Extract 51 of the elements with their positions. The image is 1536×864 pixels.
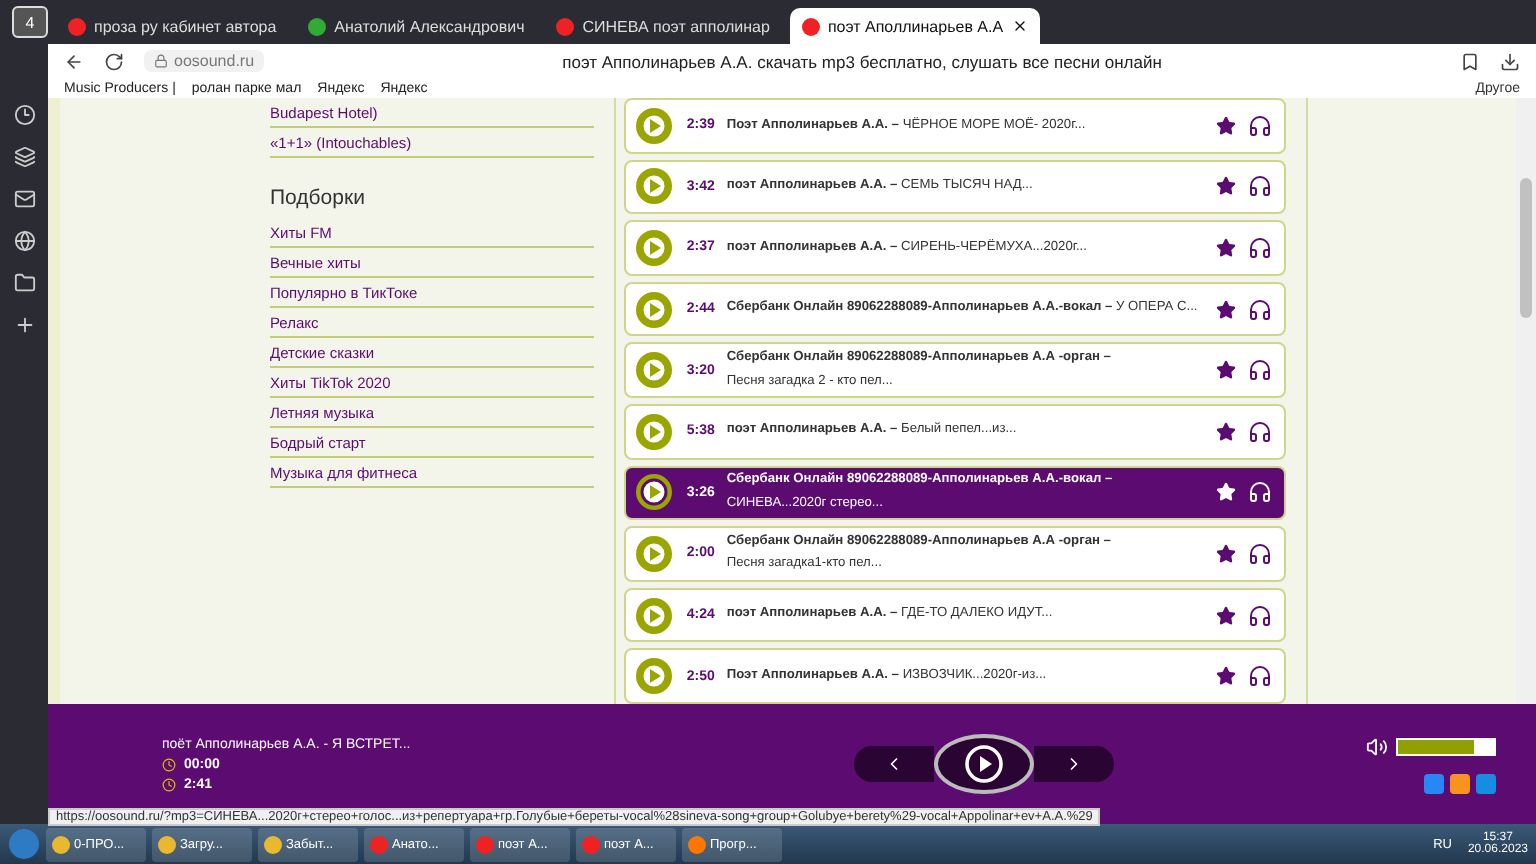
headphones-icon[interactable]	[1248, 113, 1272, 138]
play-icon	[964, 744, 1004, 784]
star-icon[interactable]	[1216, 299, 1236, 320]
start-button[interactable]	[8, 828, 40, 860]
star-icon[interactable]	[1216, 543, 1236, 564]
headphones-icon[interactable]	[1248, 419, 1272, 444]
clock-icon	[162, 757, 176, 771]
add-icon[interactable]	[13, 314, 35, 336]
star-icon[interactable]	[1216, 237, 1236, 258]
reload-icon[interactable]	[104, 51, 124, 71]
scrollbar-thumb[interactable]	[1520, 178, 1532, 318]
favicon-icon	[801, 17, 820, 35]
folder-icon[interactable]	[13, 272, 35, 294]
headphones-icon[interactable]	[1248, 541, 1272, 566]
browser-tab[interactable]: СИНЕВА поэт апполинар	[544, 8, 782, 44]
lock-icon	[154, 54, 168, 68]
headphones-icon[interactable]	[1248, 297, 1272, 322]
close-icon[interactable]	[1011, 18, 1028, 34]
download-icon[interactable]	[1500, 51, 1520, 71]
favicon-icon	[308, 17, 327, 35]
globe-icon[interactable]	[13, 230, 35, 252]
headphones-icon[interactable]	[1248, 358, 1272, 383]
headphones-icon[interactable]	[1248, 235, 1272, 260]
section-heading: Подборки	[270, 186, 367, 210]
star-icon[interactable]	[1216, 115, 1236, 136]
star-icon[interactable]	[1216, 176, 1236, 197]
layers-icon[interactable]	[13, 146, 35, 168]
star-icon[interactable]	[1216, 421, 1236, 442]
play-button[interactable]	[934, 734, 1034, 794]
volume-icon[interactable]	[1366, 735, 1388, 757]
browser-tab[interactable]: поэт Аполлинарьев А.А	[789, 8, 1040, 44]
clock-icon	[162, 777, 176, 791]
volume-slider[interactable]	[1396, 737, 1496, 755]
page-title: поэт Апполинарьев А.А. скачать mp3 бесплатно, слушать все песни онлайн	[560, 51, 1164, 71]
headphones-icon[interactable]	[1248, 603, 1272, 628]
headphones-icon[interactable]	[1248, 664, 1272, 689]
mail-icon[interactable]	[13, 188, 35, 210]
headphones-icon[interactable]	[1248, 174, 1272, 199]
star-icon[interactable]	[1216, 360, 1236, 381]
address-field[interactable]: oosound.ru	[144, 50, 265, 72]
tab-count[interactable]: 4	[12, 6, 48, 38]
browser-tab[interactable]: Анатолий Александрович	[296, 8, 537, 44]
favicon-icon	[68, 17, 86, 35]
clock-icon[interactable]	[13, 104, 35, 126]
bookmark-icon[interactable]	[1460, 51, 1480, 71]
favicon-icon	[556, 17, 575, 35]
star-icon[interactable]	[1216, 605, 1236, 626]
back-icon[interactable]	[64, 51, 84, 71]
browser-tab[interactable]: проза ру кабинет автора	[56, 8, 289, 44]
star-icon[interactable]	[1216, 666, 1236, 687]
play-icon[interactable]	[634, 472, 675, 513]
